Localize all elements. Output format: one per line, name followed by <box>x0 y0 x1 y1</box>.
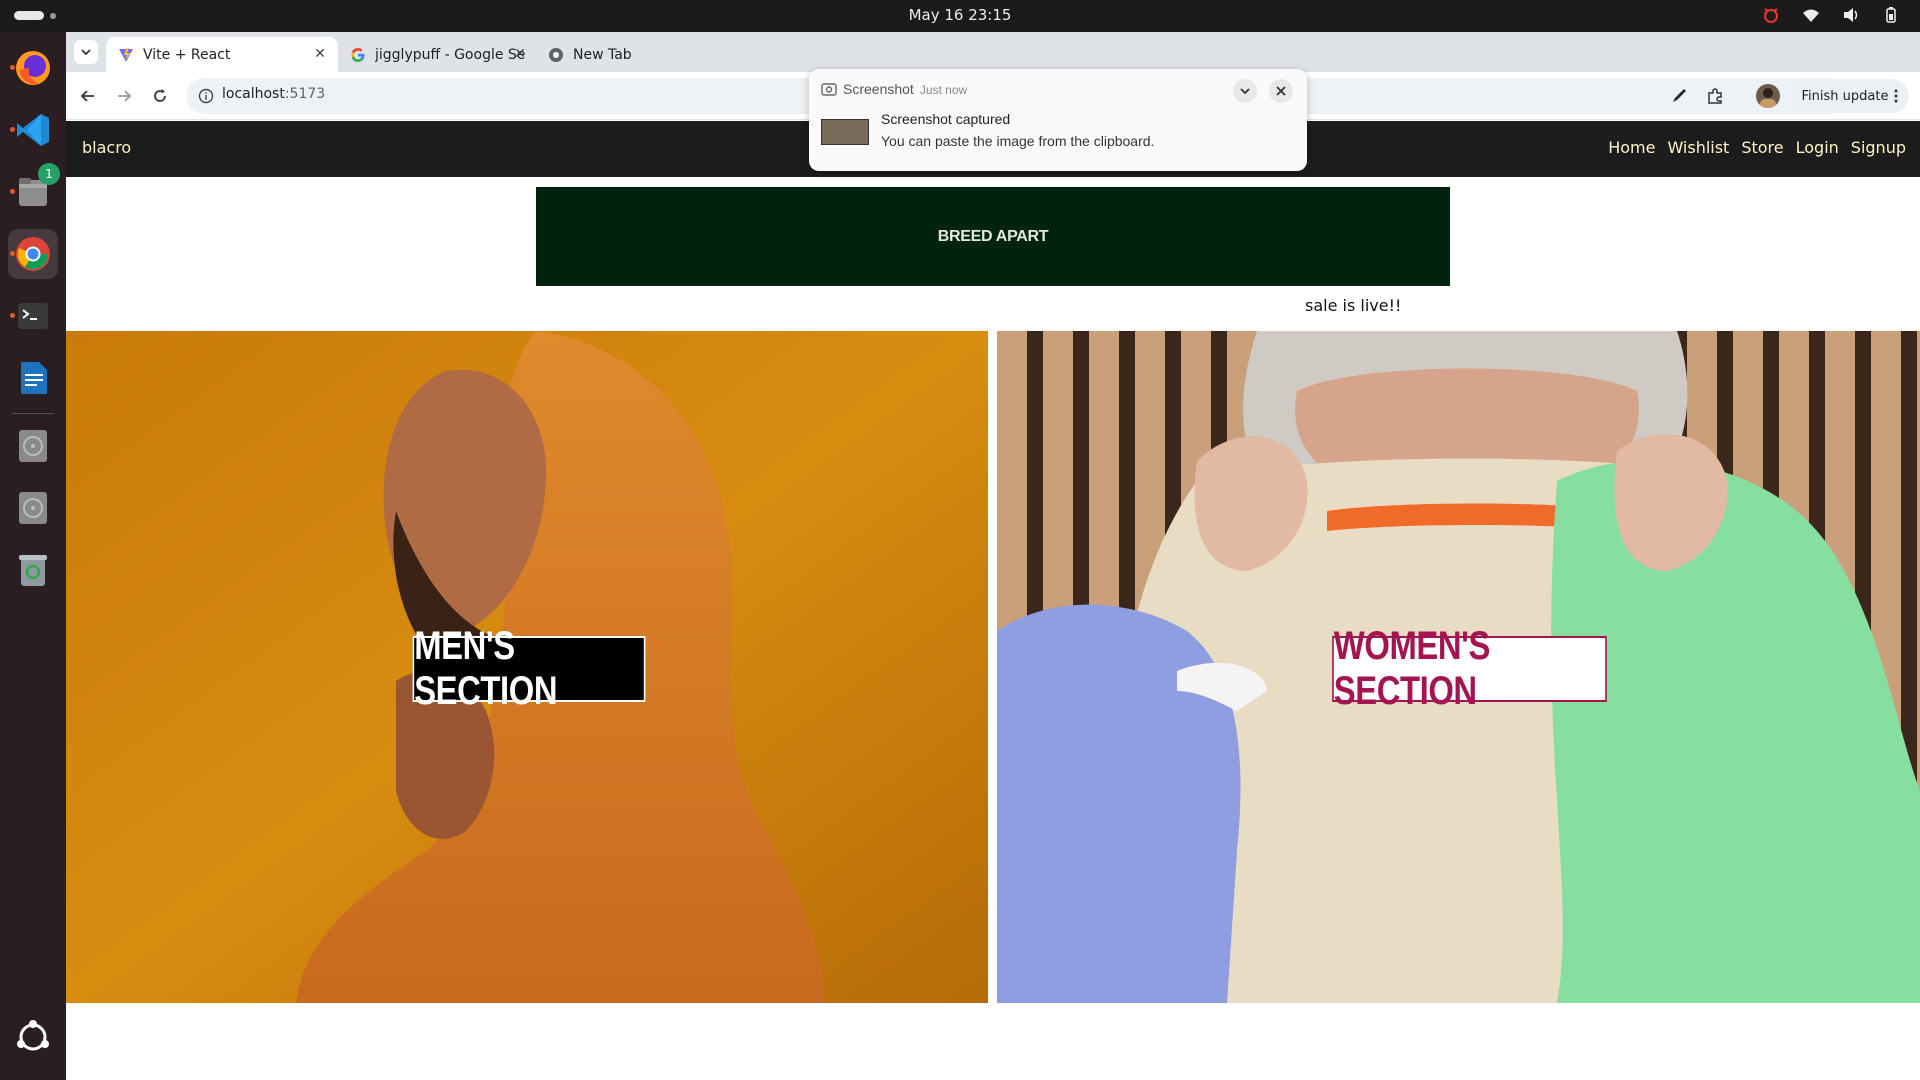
vscode-icon <box>17 114 49 146</box>
browser-window: Vite + React ✕ jigglypuff - Google Searc… <box>66 32 1920 1080</box>
puzzle-icon <box>1708 88 1722 104</box>
dock-terminal[interactable] <box>8 291 58 341</box>
sale-marquee: sale is live!! <box>1305 296 1402 315</box>
profile-avatar[interactable] <box>1756 84 1780 108</box>
notification-app: Screenshot Just now <box>843 81 967 97</box>
womens-section-label[interactable]: WOMEN'S SECTION <box>1332 624 1607 713</box>
url-text: localhost:5173 <box>222 86 325 102</box>
womens-section-card[interactable]: WOMEN'S SECTION <box>997 331 1920 1003</box>
mens-section-label[interactable]: MEN'S SECTION <box>412 624 646 713</box>
firefox-icon <box>16 51 50 85</box>
system-top-bar: May 16 23:15 <box>0 0 1920 32</box>
dock-chrome[interactable] <box>8 229 58 279</box>
nav-links: Home Wishlist Store Login Signup <box>1608 138 1906 157</box>
reload-button[interactable] <box>148 84 172 108</box>
chrome-icon <box>16 237 50 271</box>
screenshot-notification[interactable]: Screenshot Just now Screenshot captured Y… <box>809 69 1307 171</box>
writer-icon <box>21 362 47 394</box>
tab-search-button[interactable] <box>74 40 98 64</box>
notification-app-name: Screenshot <box>843 81 914 97</box>
nav-home[interactable]: Home <box>1608 138 1655 157</box>
dock-files[interactable]: 1 <box>8 163 60 217</box>
notification-expand-button[interactable] <box>1233 79 1257 103</box>
tab-title: jigglypuff - Google Searc <box>375 46 525 63</box>
kebab-menu-icon <box>1894 89 1898 103</box>
finish-update-button[interactable]: Finish update <box>1791 79 1909 113</box>
volume-icon <box>1842 6 1860 24</box>
nav-store[interactable]: Store <box>1741 138 1783 157</box>
arrow-right-icon <box>118 90 132 102</box>
screenshot-thumbnail[interactable] <box>821 119 869 145</box>
tab-google-search[interactable]: jigglypuff - Google Searc ✕ <box>338 37 538 72</box>
mens-section-card[interactable]: MEN'S SECTION <box>66 331 988 1003</box>
url-host: localhost <box>222 86 285 102</box>
notification-body: You can paste the image from the clipboa… <box>881 133 1155 149</box>
running-indicator <box>10 251 15 256</box>
chrome-icon <box>548 47 564 63</box>
dock-firefox[interactable] <box>8 43 58 93</box>
close-icon[interactable]: ✕ <box>312 46 328 62</box>
vite-icon <box>118 47 134 63</box>
running-indicator <box>10 313 15 318</box>
chevron-down-icon <box>81 49 91 56</box>
tab-strip: Vite + React ✕ jigglypuff - Google Searc… <box>66 32 1920 72</box>
avatar-icon <box>1760 88 1776 108</box>
screenshot-app-icon <box>821 83 837 96</box>
promo-banner: BREED APART <box>536 187 1450 286</box>
dock-disc-2[interactable] <box>8 483 58 533</box>
tab-new-tab[interactable]: New Tab <box>536 37 716 72</box>
dock: 1 <box>0 32 66 1080</box>
banner-text: BREED APART <box>937 227 1049 245</box>
alarm-icon <box>1762 6 1780 24</box>
nav-wishlist[interactable]: Wishlist <box>1667 138 1729 157</box>
disc-icon <box>19 430 47 462</box>
dock-separator <box>12 413 54 414</box>
notification-time: Just now <box>919 83 968 97</box>
eyedropper-extension-button[interactable] <box>1667 84 1691 108</box>
nav-signup[interactable]: Signup <box>1851 138 1906 157</box>
close-icon[interactable]: ✕ <box>512 46 528 62</box>
dock-disc-1[interactable] <box>8 421 58 471</box>
dock-trash[interactable] <box>8 545 58 595</box>
running-indicator <box>10 127 15 132</box>
running-indicator <box>10 65 15 70</box>
battery-icon <box>1882 6 1900 24</box>
close-icon <box>1276 86 1286 96</box>
arrow-left-icon <box>80 90 94 102</box>
pen-icon <box>1673 89 1686 102</box>
site-brand[interactable]: blacro <box>82 138 131 157</box>
google-icon <box>350 47 366 63</box>
url-port: :5173 <box>284 86 326 102</box>
tab-vite-react[interactable]: Vite + React ✕ <box>106 37 338 72</box>
info-icon[interactable] <box>198 88 214 104</box>
page-content: blacro Home Wishlist Store Login Signup … <box>66 121 1920 1080</box>
dock-show-apps[interactable] <box>8 1012 58 1062</box>
notification-close-button[interactable] <box>1269 79 1293 103</box>
tab-title: New Tab <box>573 46 632 63</box>
trash-icon <box>19 555 47 586</box>
reload-icon <box>154 89 166 102</box>
nav-login[interactable]: Login <box>1796 138 1839 157</box>
ubuntu-logo-icon <box>17 1020 49 1051</box>
finish-update-label: Finish update <box>1801 88 1889 104</box>
dock-vscode[interactable] <box>8 105 58 155</box>
chevron-down-icon <box>1240 88 1250 95</box>
clock[interactable]: May 16 23:15 <box>0 6 1920 24</box>
system-tray[interactable] <box>1762 6 1900 24</box>
disc-icon <box>19 492 47 524</box>
tab-title: Vite + React <box>143 46 231 63</box>
back-button[interactable] <box>76 84 100 108</box>
running-indicator <box>10 189 15 194</box>
dock-writer[interactable] <box>8 353 58 403</box>
wifi-icon <box>1802 6 1820 24</box>
notification-badge: 1 <box>38 163 60 185</box>
extensions-button[interactable] <box>1703 84 1727 108</box>
notification-title: Screenshot captured <box>881 111 1011 127</box>
forward-button[interactable] <box>112 84 136 108</box>
terminal-icon <box>18 303 48 329</box>
